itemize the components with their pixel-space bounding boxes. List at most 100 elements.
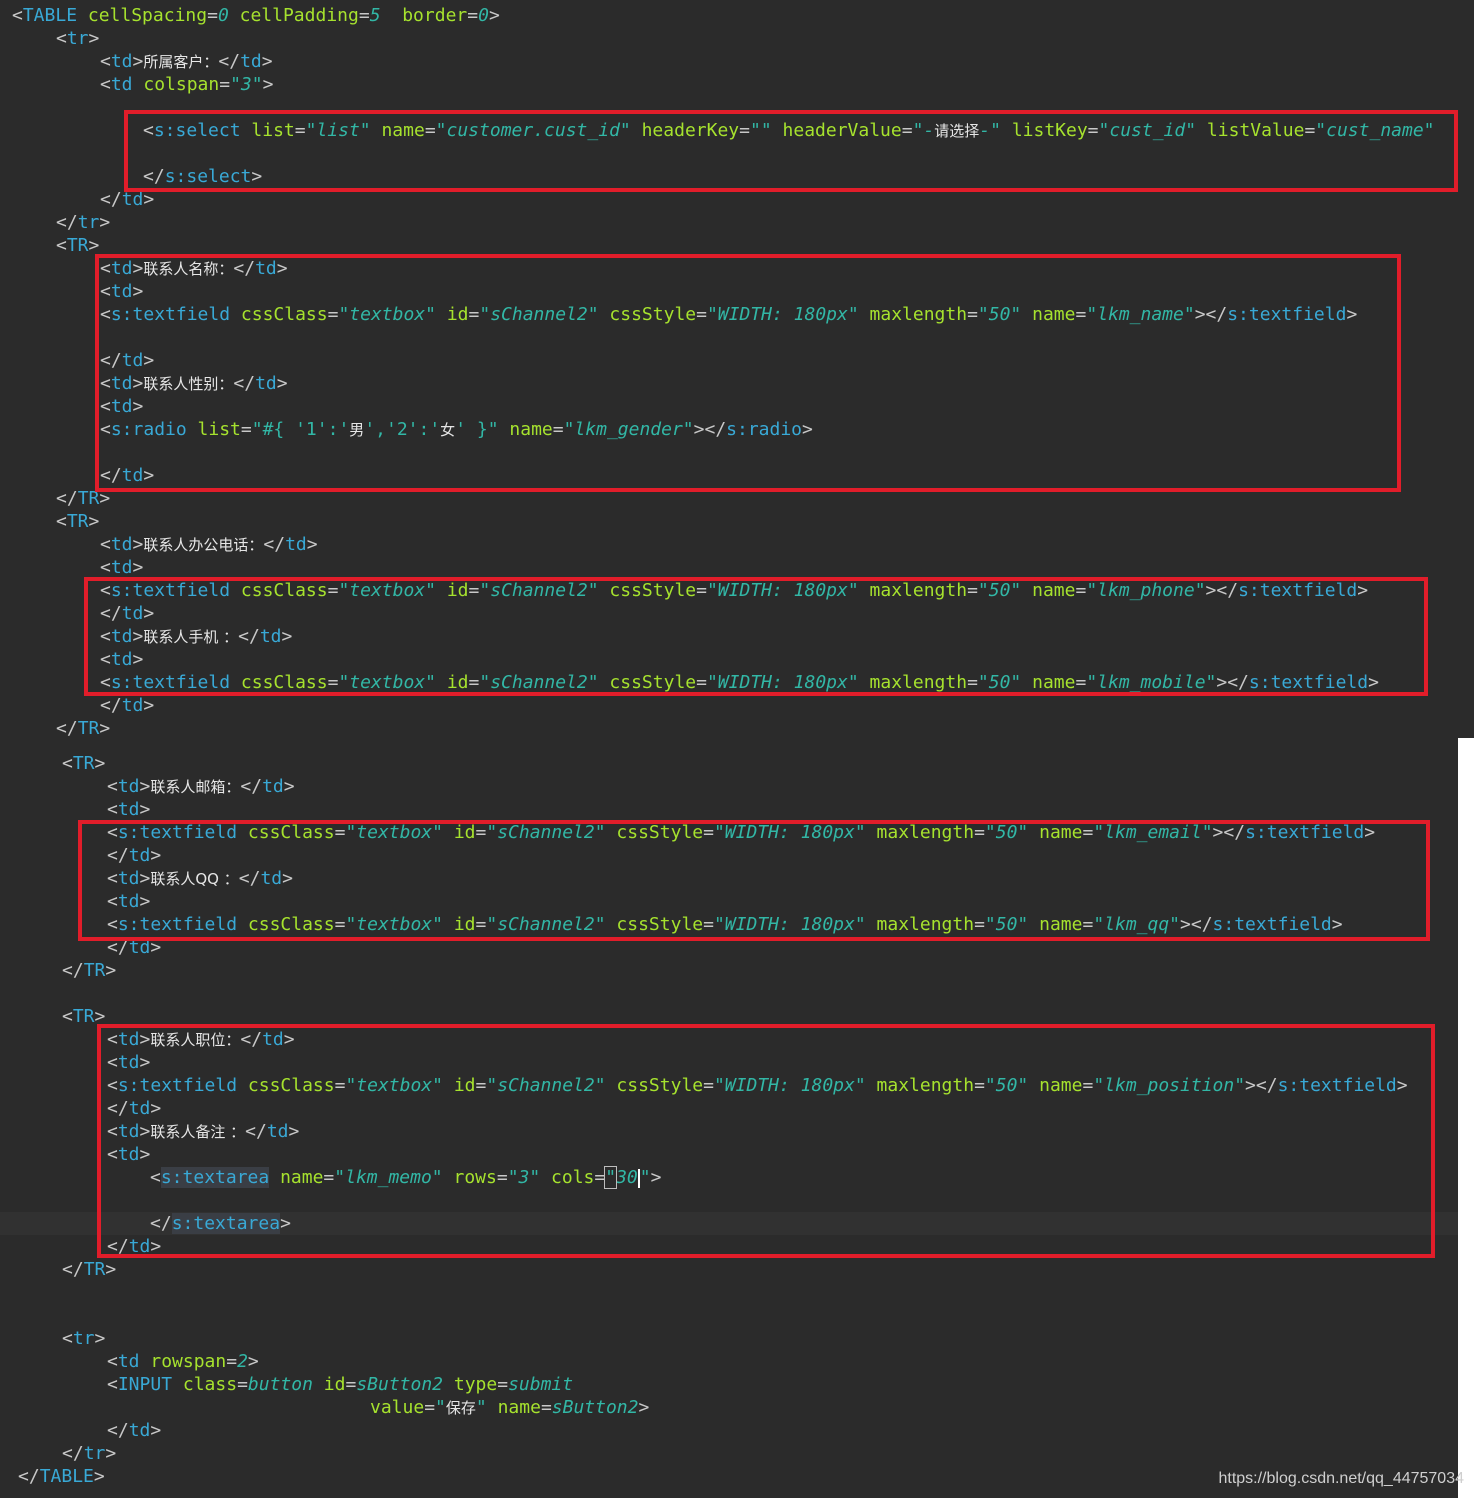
code-token-attribute: cssStyle bbox=[609, 304, 697, 325]
code-token-punctuation bbox=[443, 914, 454, 935]
code-token-punctuation: < bbox=[100, 557, 111, 578]
code-token-punctuation: > bbox=[1368, 672, 1379, 693]
code-token-punctuation bbox=[599, 304, 610, 325]
code-token-attribute: maxlength bbox=[876, 822, 975, 843]
code-token-string: "lkm_phone" bbox=[1086, 580, 1206, 601]
code-token-punctuation: = bbox=[334, 1075, 346, 1096]
code-token-tag: td bbox=[110, 557, 133, 578]
code-line-content: <TR> bbox=[62, 1005, 105, 1028]
code-editor[interactable]: <TABLE cellSpacing=0 cellPadding=5 borde… bbox=[0, 0, 1474, 1498]
code-token-attribute: listValue bbox=[1206, 120, 1305, 141]
code-token-attribute: name bbox=[381, 120, 425, 141]
code-token-text: 联系人名称： bbox=[143, 260, 234, 278]
code-token-punctuation: </ bbox=[100, 350, 122, 371]
code-line-content: <s:textfield cssClass="textbox" id="sCha… bbox=[100, 671, 1379, 694]
code-token-punctuation: </ bbox=[56, 718, 78, 739]
code-token-punctuation: < bbox=[107, 822, 118, 843]
code-line-content: <td> bbox=[100, 280, 143, 303]
code-token-punctuation bbox=[436, 304, 447, 325]
code-token-tag: td bbox=[121, 695, 144, 716]
code-token-punctuation: </ bbox=[100, 465, 122, 486]
code-token-punctuation bbox=[1021, 580, 1032, 601]
code-token-string: "textbox" bbox=[345, 822, 443, 843]
code-line-content: </td> bbox=[107, 1235, 161, 1258]
code-token-tag: TR bbox=[72, 1006, 95, 1027]
code-token-tag: TR bbox=[66, 511, 89, 532]
code-token-punctuation: > bbox=[139, 1144, 151, 1165]
code-token-punctuation: = bbox=[468, 580, 480, 601]
code-token-punctuation: > bbox=[139, 1052, 151, 1073]
code-token-punctuation: </ bbox=[245, 1121, 267, 1142]
code-token-punctuation: = bbox=[703, 1075, 714, 1096]
code-token-punctuation: > bbox=[94, 753, 106, 774]
code-line-content: </s:select> bbox=[143, 165, 262, 188]
code-token-punctuation: = bbox=[1075, 672, 1087, 693]
code-token-attribute: name bbox=[1032, 580, 1076, 601]
code-token-attribute: cssClass bbox=[247, 822, 335, 843]
code-token-text: 请选择 bbox=[934, 122, 980, 140]
code-token-punctuation: < bbox=[100, 373, 111, 394]
code-token-tag: s:textfield bbox=[1238, 580, 1358, 601]
code-line-content: <td>联系人职位：</td> bbox=[107, 1028, 295, 1052]
code-token-punctuation: > bbox=[1331, 914, 1343, 935]
code-token-punctuation: = bbox=[424, 120, 436, 141]
code-line-content: <s:textfield cssClass="textbox" id="sCha… bbox=[107, 821, 1375, 844]
code-token-punctuation: = bbox=[594, 1167, 606, 1188]
code-line-content: <TR> bbox=[56, 510, 99, 533]
code-token-string: "textbox" bbox=[345, 1075, 443, 1096]
code-token-tag: s:radio bbox=[726, 419, 803, 440]
code-token-tag: td bbox=[260, 868, 283, 889]
code-token-tag: s:textfield bbox=[1248, 672, 1369, 693]
code-token-punctuation: > bbox=[94, 1006, 106, 1027]
code-token-punctuation: </ bbox=[107, 1420, 129, 1441]
code-token-attribute: list bbox=[197, 419, 241, 440]
code-token-tag: td bbox=[259, 626, 282, 647]
code-token-tag: td bbox=[255, 258, 277, 279]
code-token-string: ','2':' bbox=[364, 419, 441, 440]
code-token-attribute: id bbox=[453, 822, 476, 843]
code-token-punctuation: > bbox=[132, 557, 144, 578]
code-token-punctuation: > bbox=[283, 776, 295, 797]
code-token-tag: tr bbox=[72, 1328, 95, 1349]
code-token-attribute: cssClass bbox=[240, 672, 328, 693]
code-token-punctuation: = bbox=[327, 672, 339, 693]
code-token-attribute: cssClass bbox=[247, 914, 335, 935]
code-token-punctuation: < bbox=[100, 74, 111, 95]
code-token-string: "WIDTH: 180px" bbox=[713, 822, 866, 843]
editor-edge bbox=[1458, 738, 1474, 1498]
code-line-content: <tr> bbox=[56, 27, 99, 50]
code-token-tag: s:textfield bbox=[117, 914, 248, 935]
code-line-content: <s:radio list="#{ '1':'男','2':'女' }" nam… bbox=[100, 418, 813, 442]
code-token-string: 2 bbox=[237, 1351, 248, 1372]
code-line-content: </td> bbox=[100, 602, 154, 625]
code-line-content: </td> bbox=[107, 1419, 161, 1442]
code-token-tag: td bbox=[266, 1121, 289, 1142]
code-token-punctuation: > bbox=[132, 258, 144, 279]
code-token-tag: td bbox=[262, 1029, 284, 1050]
code-line-content: <tr> bbox=[62, 1327, 105, 1350]
code-token-punctuation: < bbox=[100, 396, 111, 417]
code-line-current[interactable]: </s:textarea> bbox=[0, 1212, 1474, 1235]
code-token-punctuation: </ bbox=[18, 1466, 40, 1487]
code-token-punctuation bbox=[599, 580, 610, 601]
code-token-string: "cust_name" bbox=[1315, 120, 1435, 141]
code-token-tag: td bbox=[117, 891, 140, 912]
code-token-tag: td bbox=[110, 281, 133, 302]
code-token-punctuation: = bbox=[424, 1397, 436, 1418]
code-line-content: <s:textarea name="lkm_memo" rows="3" col… bbox=[150, 1166, 661, 1189]
code-token-string: " bbox=[639, 1167, 651, 1188]
code-token-punctuation: > bbox=[139, 868, 151, 889]
code-token-punctuation: < bbox=[100, 51, 111, 72]
code-token-punctuation: = bbox=[468, 304, 480, 325]
code-token-attribute: rows bbox=[453, 1167, 497, 1188]
code-token-punctuation: > bbox=[99, 212, 111, 233]
code-token-tag: td bbox=[110, 74, 144, 95]
code-token-punctuation: > bbox=[638, 1397, 650, 1418]
code-token-punctuation: = bbox=[974, 822, 985, 843]
code-token-tag: TR bbox=[77, 488, 100, 509]
code-token-punctuation: = bbox=[1075, 580, 1087, 601]
code-token-punctuation: > bbox=[143, 189, 155, 210]
code-token-punctuation bbox=[866, 914, 877, 935]
code-token-punctuation bbox=[859, 304, 870, 325]
code-token-attribute: cssClass bbox=[247, 1075, 335, 1096]
